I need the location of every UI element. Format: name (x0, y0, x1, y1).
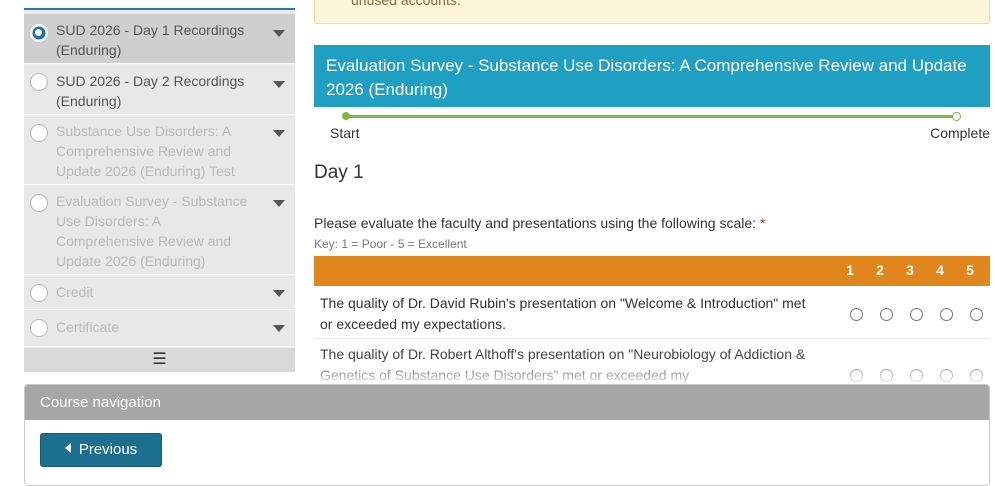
radio-icon (30, 284, 48, 302)
progress-end-label: Complete (930, 125, 990, 141)
survey-progress: Start Complete (314, 108, 990, 148)
radio-icon (30, 73, 48, 91)
question-label: Please evaluate the faculty and presenta… (314, 215, 757, 231)
chevron-down-icon[interactable] (273, 200, 285, 207)
progress-start-label: Start (330, 125, 360, 141)
sidebar-item-label: Credit (56, 284, 94, 300)
survey-title: Evaluation Survey - Substance Use Disord… (314, 45, 990, 107)
scale-label-4: 4 (936, 262, 944, 278)
chevron-down-icon[interactable] (273, 290, 285, 297)
rating-row-text: The quality of Dr. David Rubin's present… (320, 295, 806, 332)
chevron-down-icon[interactable] (273, 81, 285, 88)
scale-label-2: 2 (876, 262, 884, 278)
notice-banner: unused accounts. (314, 0, 990, 24)
course-navigation-panel: Course navigation Previous (24, 384, 990, 486)
scale-key: Key: 1 = Poor - 5 = Excellent (314, 237, 467, 251)
sidebar-item-day1-recordings[interactable]: SUD 2026 - Day 1 Recordings (Enduring) (24, 14, 295, 64)
question-text: Please evaluate the faculty and presenta… (314, 215, 765, 231)
scale-label-3: 3 (906, 262, 914, 278)
selected-radio-icon (30, 24, 48, 42)
sidebar-item-certificate: Certificate (24, 311, 295, 347)
rating-row: The quality of Dr. David Rubin's present… (314, 287, 990, 339)
sidebar-item-label: Substance Use Disorders: A Comprehensive… (56, 123, 235, 179)
sidebar-item-credit: Credit (24, 276, 295, 310)
chevron-down-icon[interactable] (273, 30, 285, 37)
radio-icon (30, 194, 48, 212)
section-title: Day 1 (314, 162, 364, 183)
sidebar-item-label: SUD 2026 - Day 2 Recordings (Enduring) (56, 73, 245, 109)
radio-icon (30, 124, 48, 142)
course-navigation-title: Course navigation (25, 385, 989, 420)
hamburger-menu-icon[interactable]: ☰ (24, 348, 295, 372)
sidebar-item-evaluation-survey: Evaluation Survey - Substance Use Disord… (24, 186, 295, 275)
rating-radio-2[interactable] (880, 308, 893, 321)
sidebar-item-label: Certificate (56, 319, 120, 335)
course-sidebar: SUD 2026 - Day 1 Recordings (Enduring) S… (24, 0, 295, 372)
chevron-down-icon[interactable] (273, 325, 285, 332)
scroll-fade-overlay (314, 360, 990, 384)
rating-radio-3[interactable] (910, 308, 923, 321)
sidebar-item-test: Substance Use Disorders: A Comprehensive… (24, 116, 295, 185)
notice-text: unused accounts. (351, 0, 461, 8)
scale-label-5: 5 (966, 262, 974, 278)
rating-scale-header: 1 2 3 4 5 (314, 256, 990, 286)
sidebar-top-border (24, 0, 295, 10)
scale-label-1: 1 (846, 262, 854, 278)
radio-icon (30, 319, 48, 337)
progress-end-dot (952, 112, 961, 121)
rating-radio-5[interactable] (970, 308, 983, 321)
progress-start-dot (342, 112, 350, 120)
caret-left-icon (64, 443, 71, 453)
previous-button-label: Previous (78, 441, 138, 458)
sidebar-item-day2-recordings[interactable]: SUD 2026 - Day 2 Recordings (Enduring) (24, 65, 295, 115)
previous-button[interactable]: Previous (40, 433, 162, 467)
progress-track (348, 115, 956, 118)
sidebar-item-label: Evaluation Survey - Substance Use Disord… (56, 193, 248, 269)
rating-radio-1[interactable] (850, 308, 863, 321)
required-marker: * (759, 215, 766, 231)
chevron-down-icon[interactable] (273, 130, 285, 137)
rating-radio-4[interactable] (940, 308, 953, 321)
sidebar-item-label: SUD 2026 - Day 1 Recordings (Enduring) (56, 22, 245, 58)
